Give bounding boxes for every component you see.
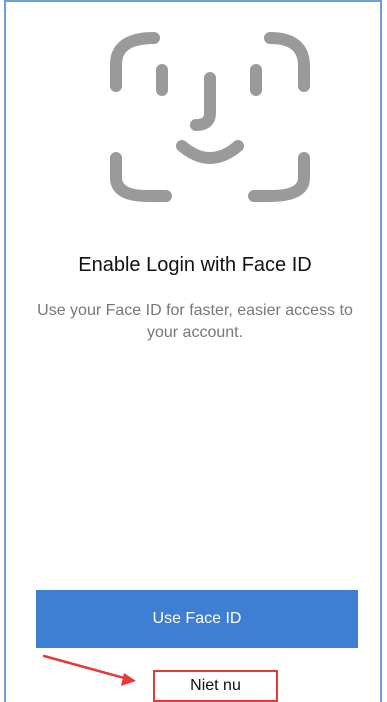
- screen-subtitle: Use your Face ID for faster, easier acce…: [37, 302, 353, 341]
- face-id-icon: [110, 32, 310, 202]
- screen-title: Enable Login with Face ID: [78, 254, 312, 276]
- app-screen: Enable Login with Face ID Use your Face …: [4, 0, 382, 702]
- not-now-button[interactable]: Niet nu: [153, 670, 278, 702]
- use-face-id-button[interactable]: Use Face ID: [36, 590, 358, 648]
